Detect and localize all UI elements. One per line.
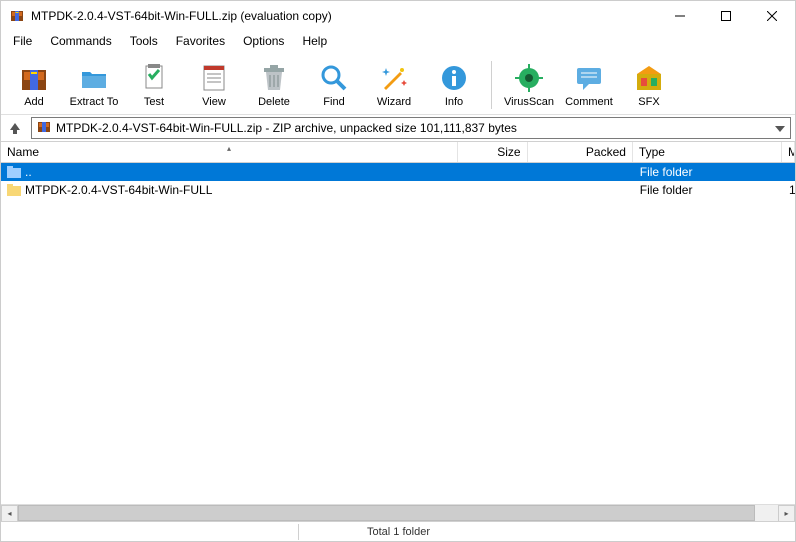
toolbar: AddExtract ToTestViewDeleteFindWizardInf…	[1, 51, 795, 115]
scroll-track[interactable]	[18, 505, 778, 521]
list-item[interactable]: MTPDK-2.0.4-VST-64bit-Win-FULLFile folde…	[1, 181, 795, 199]
comment-button[interactable]: Comment	[564, 62, 614, 108]
scroll-thumb[interactable]	[18, 505, 755, 521]
menu-options[interactable]: Options	[235, 32, 292, 50]
parent-folder-row[interactable]: ..File folder	[1, 163, 795, 181]
window-title: MTPDK-2.0.4-VST-64bit-Win-FULL.zip (eval…	[31, 9, 657, 23]
delete-button[interactable]: Delete	[249, 62, 299, 108]
menu-help[interactable]: Help	[294, 32, 335, 50]
view-button[interactable]: View	[189, 62, 239, 108]
wizard-button[interactable]: Wizard	[369, 62, 419, 108]
sfx-button[interactable]: SFX	[624, 62, 674, 108]
virusscan-button[interactable]: VirusScan	[504, 62, 554, 108]
path-bar: MTPDK-2.0.4-VST-64bit-Win-FULL.zip - ZIP…	[1, 115, 795, 141]
sfx-icon	[633, 62, 665, 94]
status-text: Total 1 folder	[298, 524, 498, 540]
minimize-button[interactable]	[657, 1, 703, 31]
comment-icon	[573, 62, 605, 94]
folder-icon	[7, 184, 21, 196]
title-bar: MTPDK-2.0.4-VST-64bit-Win-FULL.zip (eval…	[1, 1, 795, 31]
column-name[interactable]: Name▴	[1, 142, 458, 162]
close-button[interactable]	[749, 1, 795, 31]
extract-to-button[interactable]: Extract To	[69, 62, 119, 108]
column-size[interactable]: Size	[458, 142, 528, 162]
column-type[interactable]: Type	[633, 142, 782, 162]
archive-icon	[36, 119, 52, 138]
path-dropdown-icon[interactable]	[772, 121, 788, 135]
up-button[interactable]	[5, 118, 25, 138]
view-icon	[198, 62, 230, 94]
menu-file[interactable]: File	[5, 32, 40, 50]
wizard-icon	[378, 62, 410, 94]
sort-ascending-icon: ▴	[227, 144, 231, 153]
info-button[interactable]: Info	[429, 62, 479, 108]
add-button[interactable]: Add	[9, 62, 59, 108]
column-modified[interactable]: M	[782, 142, 795, 162]
extract-icon	[78, 62, 110, 94]
window-controls	[657, 1, 795, 31]
menu-tools[interactable]: Tools	[122, 32, 166, 50]
menu-commands[interactable]: Commands	[42, 32, 119, 50]
add-icon	[18, 62, 50, 94]
maximize-button[interactable]	[703, 1, 749, 31]
folder-icon	[7, 166, 21, 178]
menu-bar: FileCommandsToolsFavoritesOptionsHelp	[1, 31, 795, 51]
toolbar-separator	[491, 61, 492, 109]
file-list[interactable]: ..File folderMTPDK-2.0.4-VST-64bit-Win-F…	[1, 163, 795, 504]
scroll-left-button[interactable]: ◂	[1, 505, 18, 522]
find-icon	[318, 62, 350, 94]
test-icon	[138, 62, 170, 94]
scroll-right-button[interactable]: ▸	[778, 505, 795, 522]
info-icon	[438, 62, 470, 94]
app-icon	[9, 8, 25, 24]
delete-icon	[258, 62, 290, 94]
menu-favorites[interactable]: Favorites	[168, 32, 233, 50]
find-button[interactable]: Find	[309, 62, 359, 108]
column-headers: Name▴ Size Packed Type M	[1, 141, 795, 163]
virus-icon	[513, 62, 545, 94]
test-button[interactable]: Test	[129, 62, 179, 108]
horizontal-scrollbar[interactable]: ◂ ▸	[1, 504, 795, 521]
path-field[interactable]: MTPDK-2.0.4-VST-64bit-Win-FULL.zip - ZIP…	[31, 117, 791, 139]
status-bar: Total 1 folder	[1, 521, 795, 541]
column-packed[interactable]: Packed	[528, 142, 633, 162]
path-text: MTPDK-2.0.4-VST-64bit-Win-FULL.zip - ZIP…	[56, 121, 517, 135]
